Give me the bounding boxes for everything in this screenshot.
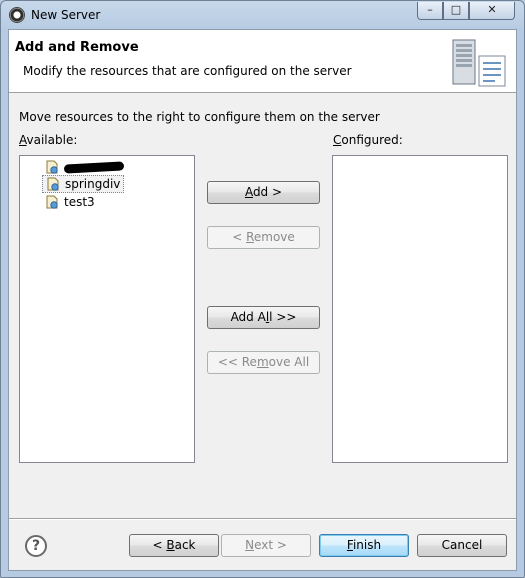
available-list[interactable]: springdiv test3 [19,155,195,463]
maximize-button[interactable]: □ [443,2,469,20]
configured-label: Configured: [333,133,403,147]
wizard-banner: Add and Remove Modify the resources that… [9,30,516,93]
redacted-label [63,160,125,174]
title-bar[interactable]: New Server – □ ✕ [1,1,524,29]
next-button[interactable]: Next > [221,534,311,557]
add-button[interactable]: Add > [207,181,320,204]
list-item[interactable] [42,158,127,176]
available-label: Available: [19,133,78,147]
remove-button[interactable]: < Remove [207,226,320,249]
dialog-body: Add and Remove Modify the resources that… [8,29,517,571]
window-title: New Server [31,8,101,22]
close-button[interactable]: ✕ [469,2,515,20]
minimize-button[interactable]: – [417,2,443,20]
web-project-icon [47,177,59,191]
finish-button[interactable]: Finish [319,534,409,557]
new-server-window: New Server – □ ✕ Add and Remove Modify t… [0,0,525,578]
configured-list[interactable] [332,155,508,463]
back-button[interactable]: < Back [129,534,219,557]
page-title: Add and Remove [15,40,139,55]
help-icon[interactable]: ? [25,535,47,557]
web-project-icon [46,195,58,209]
web-project-icon [46,160,58,174]
eclipse-app-icon [9,7,25,23]
instruction-text: Move resources to the right to configure… [19,110,380,124]
list-item-label: springdiv [65,177,121,191]
cancel-button[interactable]: Cancel [417,534,507,557]
list-item[interactable]: test3 [42,193,98,211]
server-icon [452,39,506,87]
page-description: Modify the resources that are configured… [23,64,352,78]
footer-separator [9,518,516,520]
remove-all-button[interactable]: << Remove All [207,351,320,374]
add-all-button[interactable]: Add All >> [207,306,320,329]
list-item-label: test3 [64,195,95,209]
list-item[interactable]: springdiv [42,175,125,193]
